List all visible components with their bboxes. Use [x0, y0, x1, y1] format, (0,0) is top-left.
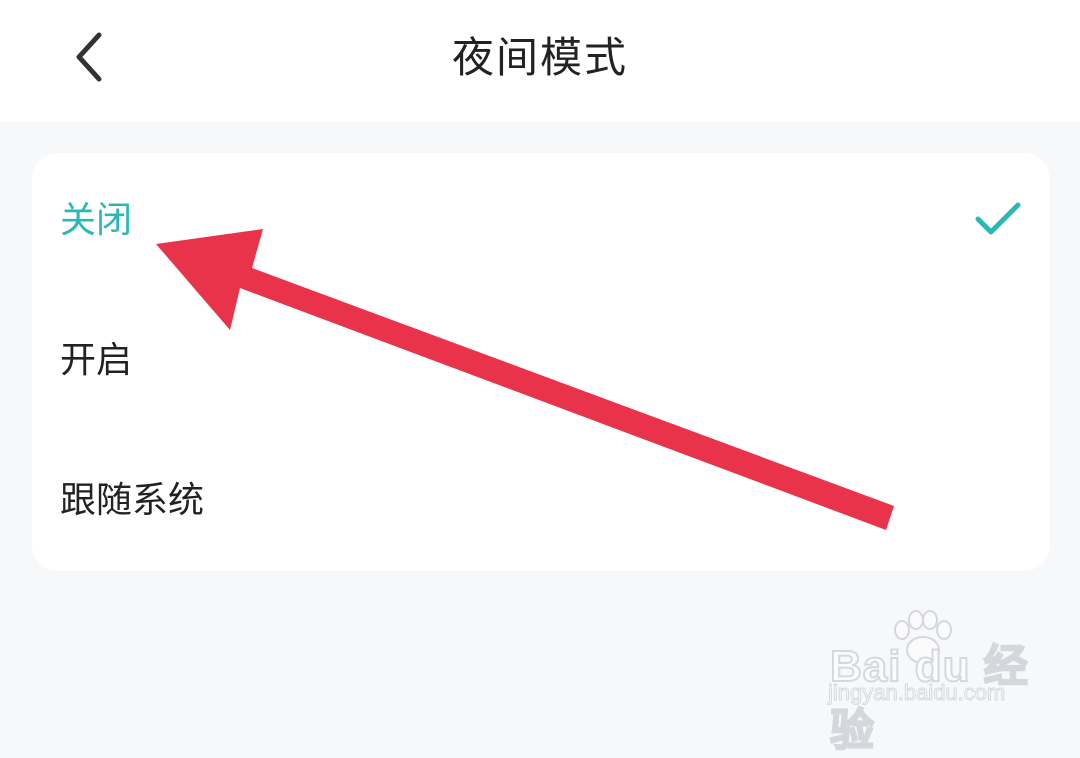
baidu-jingyan-watermark: Bai du 经验 jingyan.baidu.com [826, 610, 1066, 756]
option-follow-system-label: 跟随系统 [60, 480, 205, 521]
option-off-label: 关闭 [60, 200, 133, 241]
option-off[interactable]: 关闭 [32, 153, 1050, 293]
check-icon [975, 202, 1021, 235]
page-title: 夜间模式 [451, 33, 628, 82]
watermark-site: jingyan.baidu.com [827, 680, 1006, 706]
option-on-label: 开启 [60, 340, 133, 381]
option-on[interactable]: 开启 [32, 293, 1050, 433]
night-mode-options-card: 关闭 开启 跟随系统 [32, 153, 1050, 571]
option-follow-system[interactable]: 跟随系统 [32, 433, 1050, 573]
top-bar: 夜间模式 [0, 0, 1080, 122]
